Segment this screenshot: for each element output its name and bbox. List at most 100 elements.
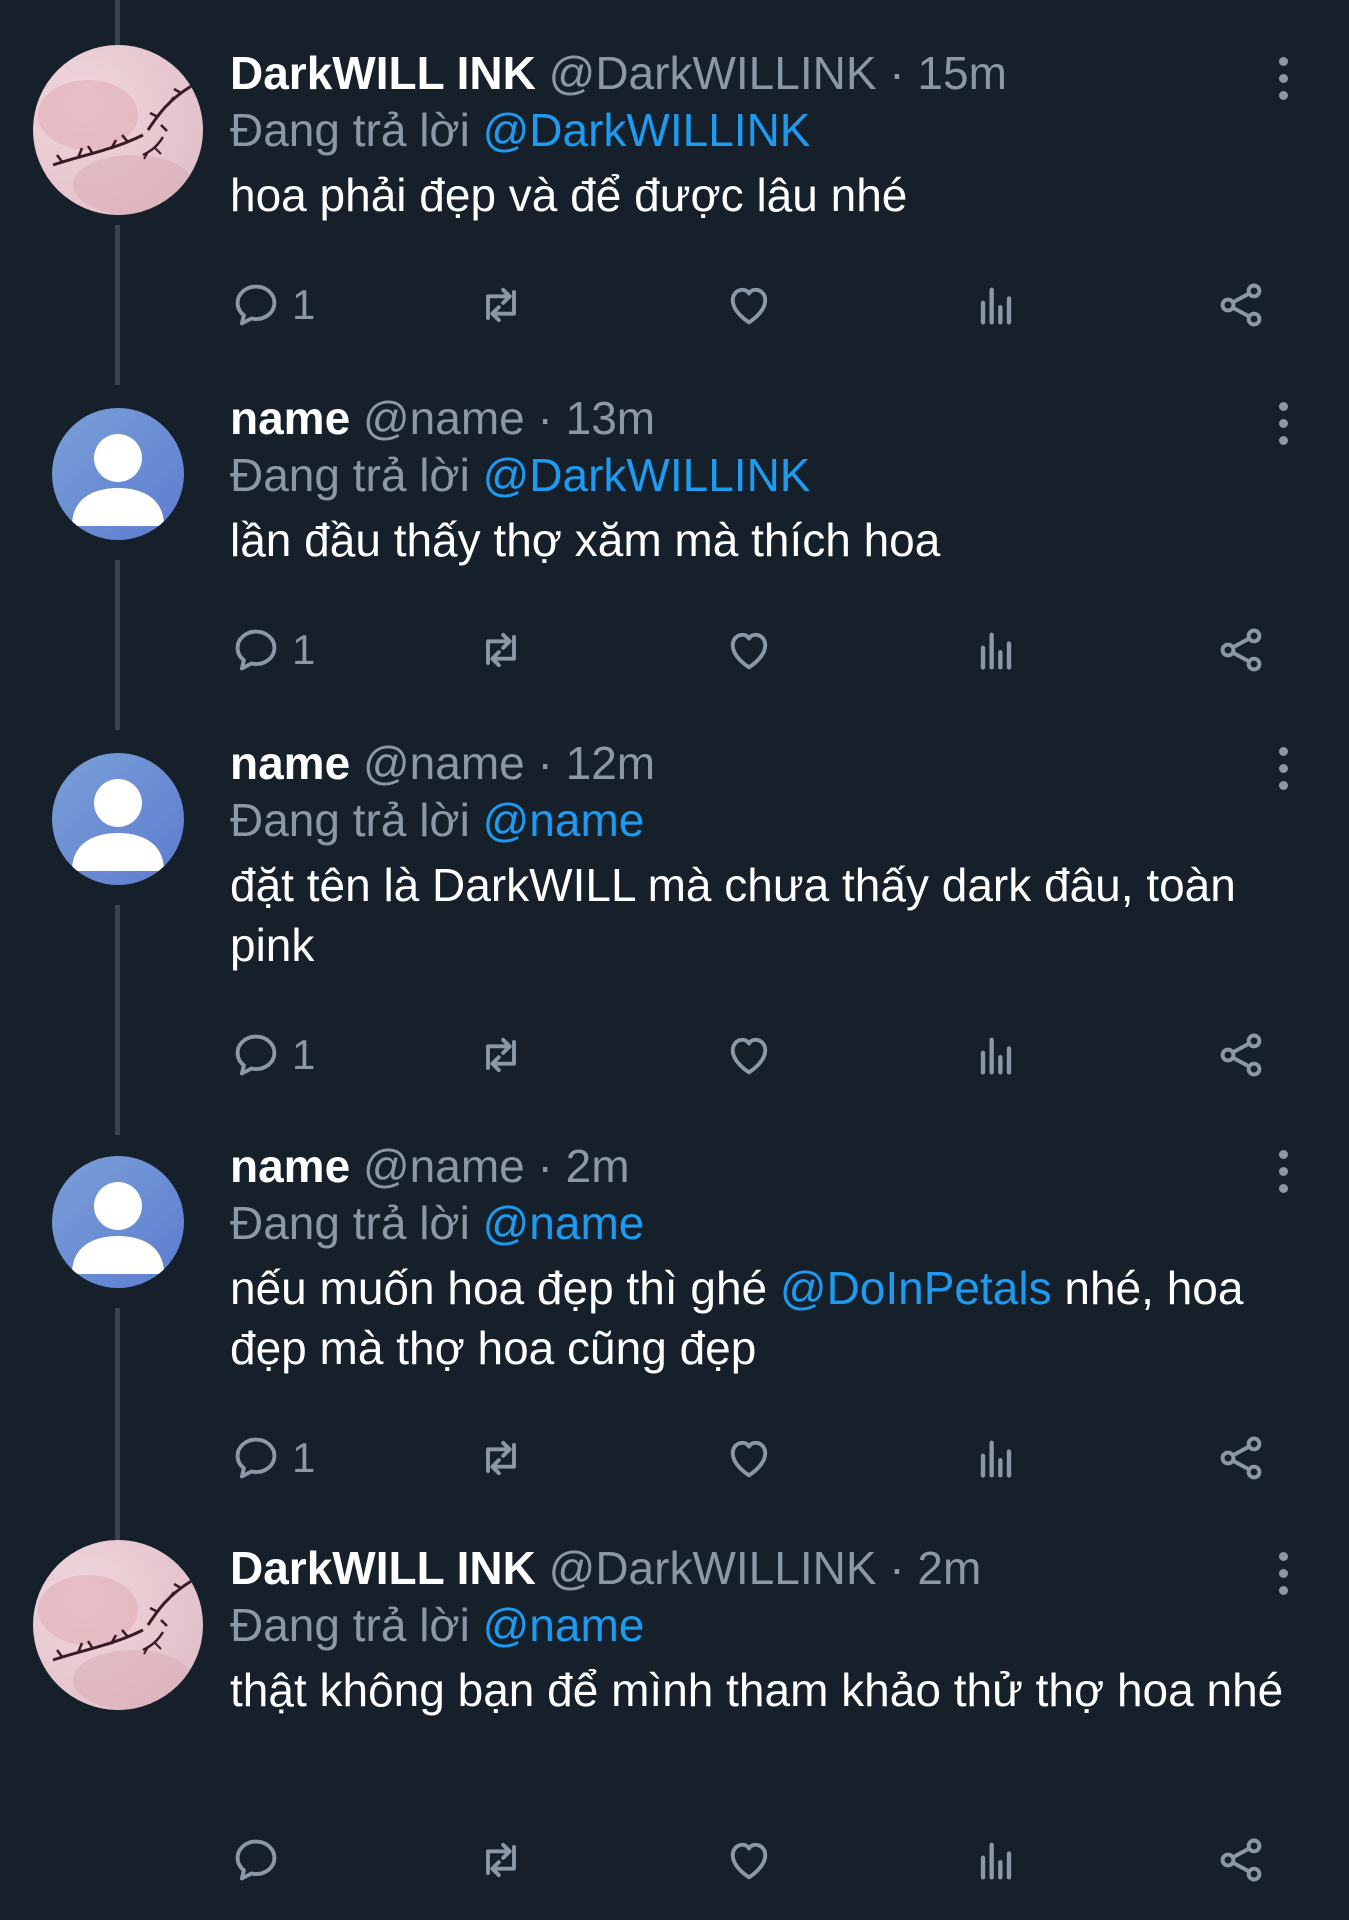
share-icon bbox=[1220, 1436, 1262, 1480]
timestamp[interactable]: 2m bbox=[917, 1542, 981, 1594]
display-name[interactable]: name bbox=[230, 392, 350, 444]
retweet-button[interactable] bbox=[475, 620, 527, 680]
tweet-text: nếu muốn hoa đẹp thì ghé @DoInPetals nhé… bbox=[230, 1258, 1289, 1378]
thread-line bbox=[115, 1308, 120, 1540]
share-icon bbox=[1220, 1033, 1262, 1077]
display-name[interactable]: DarkWILL INK bbox=[230, 47, 536, 99]
share-button[interactable] bbox=[1215, 275, 1267, 335]
avatar[interactable] bbox=[52, 1156, 184, 1288]
tweet-header: name @name · 2m bbox=[230, 1138, 1289, 1194]
tattoo-photo-icon bbox=[38, 1575, 194, 1710]
tweet-header: name @name · 12m bbox=[230, 735, 1289, 791]
user-handle[interactable]: @name bbox=[363, 392, 525, 444]
analytics-icon bbox=[980, 1037, 1012, 1075]
analytics-button[interactable] bbox=[970, 620, 1022, 680]
tweet-text-part: đặt tên là DarkWILL mà chưa thấy dark đâ… bbox=[230, 859, 1236, 971]
tweet-text: hoa phải đẹp và để được lâu nhé bbox=[230, 165, 1289, 225]
heart-icon bbox=[730, 287, 768, 325]
user-handle[interactable]: @name bbox=[363, 737, 525, 789]
analytics-icon bbox=[980, 287, 1012, 325]
reply-icon bbox=[235, 1034, 277, 1076]
reply-button[interactable] bbox=[230, 1830, 292, 1890]
tweet-text: lần đầu thấy thợ xăm mà thích hoa bbox=[230, 510, 1289, 570]
share-button[interactable] bbox=[1215, 1830, 1267, 1890]
display-name[interactable]: name bbox=[230, 737, 350, 789]
share-button[interactable] bbox=[1215, 1428, 1267, 1488]
avatar[interactable] bbox=[52, 408, 184, 540]
reply-count: 1 bbox=[292, 281, 316, 328]
reply-icon bbox=[235, 1839, 277, 1881]
avatar[interactable] bbox=[33, 1540, 203, 1710]
user-handle[interactable]: @name bbox=[363, 1140, 525, 1192]
action-bar: 1 bbox=[230, 275, 1270, 335]
tweet-text-part: hoa phải đẹp và để được lâu nhé bbox=[230, 169, 908, 221]
analytics-button[interactable] bbox=[970, 1025, 1022, 1085]
display-name[interactable]: name bbox=[230, 1140, 350, 1192]
separator: · bbox=[537, 1140, 553, 1192]
share-button[interactable] bbox=[1215, 620, 1267, 680]
reply-mention-link[interactable]: @name bbox=[483, 794, 645, 846]
reply-count: 1 bbox=[292, 1434, 316, 1481]
replying-to: Đang trả lời @DarkWILLINK bbox=[230, 446, 1289, 504]
retweet-button[interactable] bbox=[475, 275, 527, 335]
timestamp[interactable]: 15m bbox=[917, 47, 1006, 99]
replying-to: Đang trả lời @name bbox=[230, 1194, 1289, 1252]
reply-prefix: Đang trả lời bbox=[230, 104, 470, 156]
timestamp[interactable]: 13m bbox=[566, 392, 655, 444]
thread-line bbox=[115, 560, 120, 730]
analytics-icon bbox=[980, 1440, 1012, 1478]
action-bar bbox=[230, 1830, 1270, 1890]
like-button[interactable] bbox=[723, 1830, 775, 1890]
tweet-header: DarkWILL INK @DarkWILLINK · 2m bbox=[230, 1540, 1289, 1596]
reply-prefix: Đang trả lời bbox=[230, 794, 470, 846]
thread-line bbox=[115, 905, 120, 1135]
reply-prefix: Đang trả lời bbox=[230, 1599, 470, 1651]
display-name[interactable]: DarkWILL INK bbox=[230, 1542, 536, 1594]
avatar[interactable] bbox=[33, 45, 203, 215]
like-button[interactable] bbox=[723, 1025, 775, 1085]
like-button[interactable] bbox=[723, 275, 775, 335]
default-user-icon bbox=[72, 1182, 164, 1274]
reply-button[interactable]: 1 bbox=[230, 1428, 315, 1488]
analytics-icon bbox=[980, 632, 1012, 670]
reply-button[interactable]: 1 bbox=[230, 1025, 315, 1085]
retweet-button[interactable] bbox=[475, 1428, 527, 1488]
retweet-button[interactable] bbox=[475, 1025, 527, 1085]
separator: · bbox=[537, 392, 553, 444]
tweet-text-part: lần đầu thấy thợ xăm mà thích hoa bbox=[230, 514, 941, 566]
share-button[interactable] bbox=[1215, 1025, 1267, 1085]
reply-button[interactable]: 1 bbox=[230, 620, 315, 680]
body-mention-link[interactable]: @DoInPetals bbox=[780, 1262, 1052, 1314]
tattoo-photo-icon bbox=[38, 80, 194, 215]
timestamp[interactable]: 2m bbox=[566, 1140, 630, 1192]
analytics-button[interactable] bbox=[970, 1428, 1022, 1488]
analytics-button[interactable] bbox=[970, 275, 1022, 335]
share-icon bbox=[1220, 1838, 1262, 1882]
tweet-text-part: nếu muốn hoa đẹp thì ghé bbox=[230, 1262, 780, 1314]
like-button[interactable] bbox=[723, 1428, 775, 1488]
user-handle[interactable]: @DarkWILLINK bbox=[549, 47, 877, 99]
tweet-header: name @name · 13m bbox=[230, 390, 1289, 446]
reply-mention-link[interactable]: @name bbox=[483, 1599, 645, 1651]
separator: · bbox=[889, 47, 905, 99]
avatar[interactable] bbox=[52, 753, 184, 885]
timestamp[interactable]: 12m bbox=[566, 737, 655, 789]
reply-button[interactable]: 1 bbox=[230, 275, 315, 335]
retweet-button[interactable] bbox=[475, 1830, 527, 1890]
analytics-button[interactable] bbox=[970, 1830, 1022, 1890]
share-icon bbox=[1220, 628, 1262, 672]
retweet-icon bbox=[486, 1440, 516, 1476]
reply-mention-link[interactable]: @name bbox=[483, 1197, 645, 1249]
like-button[interactable] bbox=[723, 620, 775, 680]
separator: · bbox=[889, 1542, 905, 1594]
default-user-icon bbox=[72, 434, 164, 526]
reply-mention-link[interactable]: @DarkWILLINK bbox=[483, 104, 811, 156]
reply-icon bbox=[235, 1437, 277, 1479]
retweet-icon bbox=[486, 287, 516, 323]
heart-icon bbox=[730, 1440, 768, 1478]
heart-icon bbox=[730, 632, 768, 670]
default-user-icon bbox=[72, 779, 164, 871]
user-handle[interactable]: @DarkWILLINK bbox=[549, 1542, 877, 1594]
reply-count: 1 bbox=[292, 626, 316, 673]
reply-mention-link[interactable]: @DarkWILLINK bbox=[483, 449, 811, 501]
